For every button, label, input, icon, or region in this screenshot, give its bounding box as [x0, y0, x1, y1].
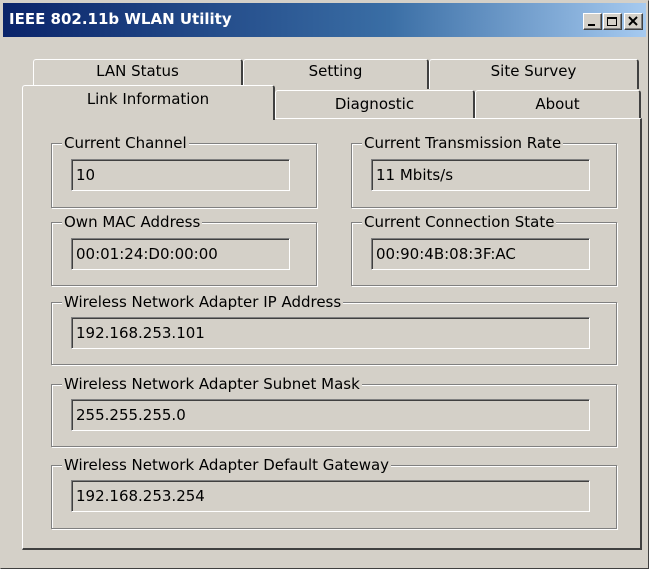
tab-label: Link Information — [86, 90, 210, 108]
tab-label: Diagnostic — [334, 95, 415, 113]
tab-label: About — [535, 95, 580, 113]
connection-state-field: 00:90:4B:08:3F:AC — [371, 238, 590, 270]
tab-site-survey[interactable]: Site Survey — [429, 59, 639, 89]
tab-label: LAN Status — [96, 62, 179, 80]
transmission-rate-label: Current Transmission Rate — [362, 133, 564, 153]
subnet-mask-label: Wireless Network Adapter Subnet Mask — [62, 374, 362, 394]
restore-icon — [607, 17, 617, 26]
close-icon — [628, 16, 638, 26]
own-mac-label: Own MAC Address — [62, 212, 203, 232]
ip-address-label: Wireless Network Adapter IP Address — [62, 292, 344, 312]
transmission-rate-field: 11 Mbits/s — [371, 159, 590, 191]
minimize-button[interactable] — [583, 13, 602, 30]
current-channel-field: 10 — [71, 159, 290, 191]
tab-label: Setting — [308, 62, 363, 80]
tab-label: Site Survey — [490, 62, 577, 80]
connection-state-label: Current Connection State — [362, 212, 557, 232]
tab-diagnostic[interactable]: Diagnostic — [275, 90, 475, 119]
subnet-mask-field: 255.255.255.0 — [71, 399, 590, 431]
tab-about[interactable]: About — [475, 90, 641, 119]
restore-button[interactable] — [603, 13, 622, 30]
window-title: IEEE 802.11b WLAN Utility — [9, 10, 232, 28]
app-window: IEEE 802.11b WLAN Utility LAN Status Set… — [0, 0, 649, 569]
close-button[interactable] — [624, 13, 643, 30]
current-channel-label: Current Channel — [62, 133, 189, 153]
tab-link-information[interactable]: Link Information — [22, 85, 275, 120]
ip-address-field: 192.168.253.101 — [71, 317, 590, 349]
own-mac-field: 00:01:24:D0:00:00 — [71, 238, 290, 270]
title-bar[interactable]: IEEE 802.11b WLAN Utility — [3, 3, 646, 37]
default-gateway-field: 192.168.253.254 — [71, 480, 590, 512]
default-gateway-label: Wireless Network Adapter Default Gateway — [62, 455, 392, 475]
minimize-icon — [588, 24, 595, 26]
